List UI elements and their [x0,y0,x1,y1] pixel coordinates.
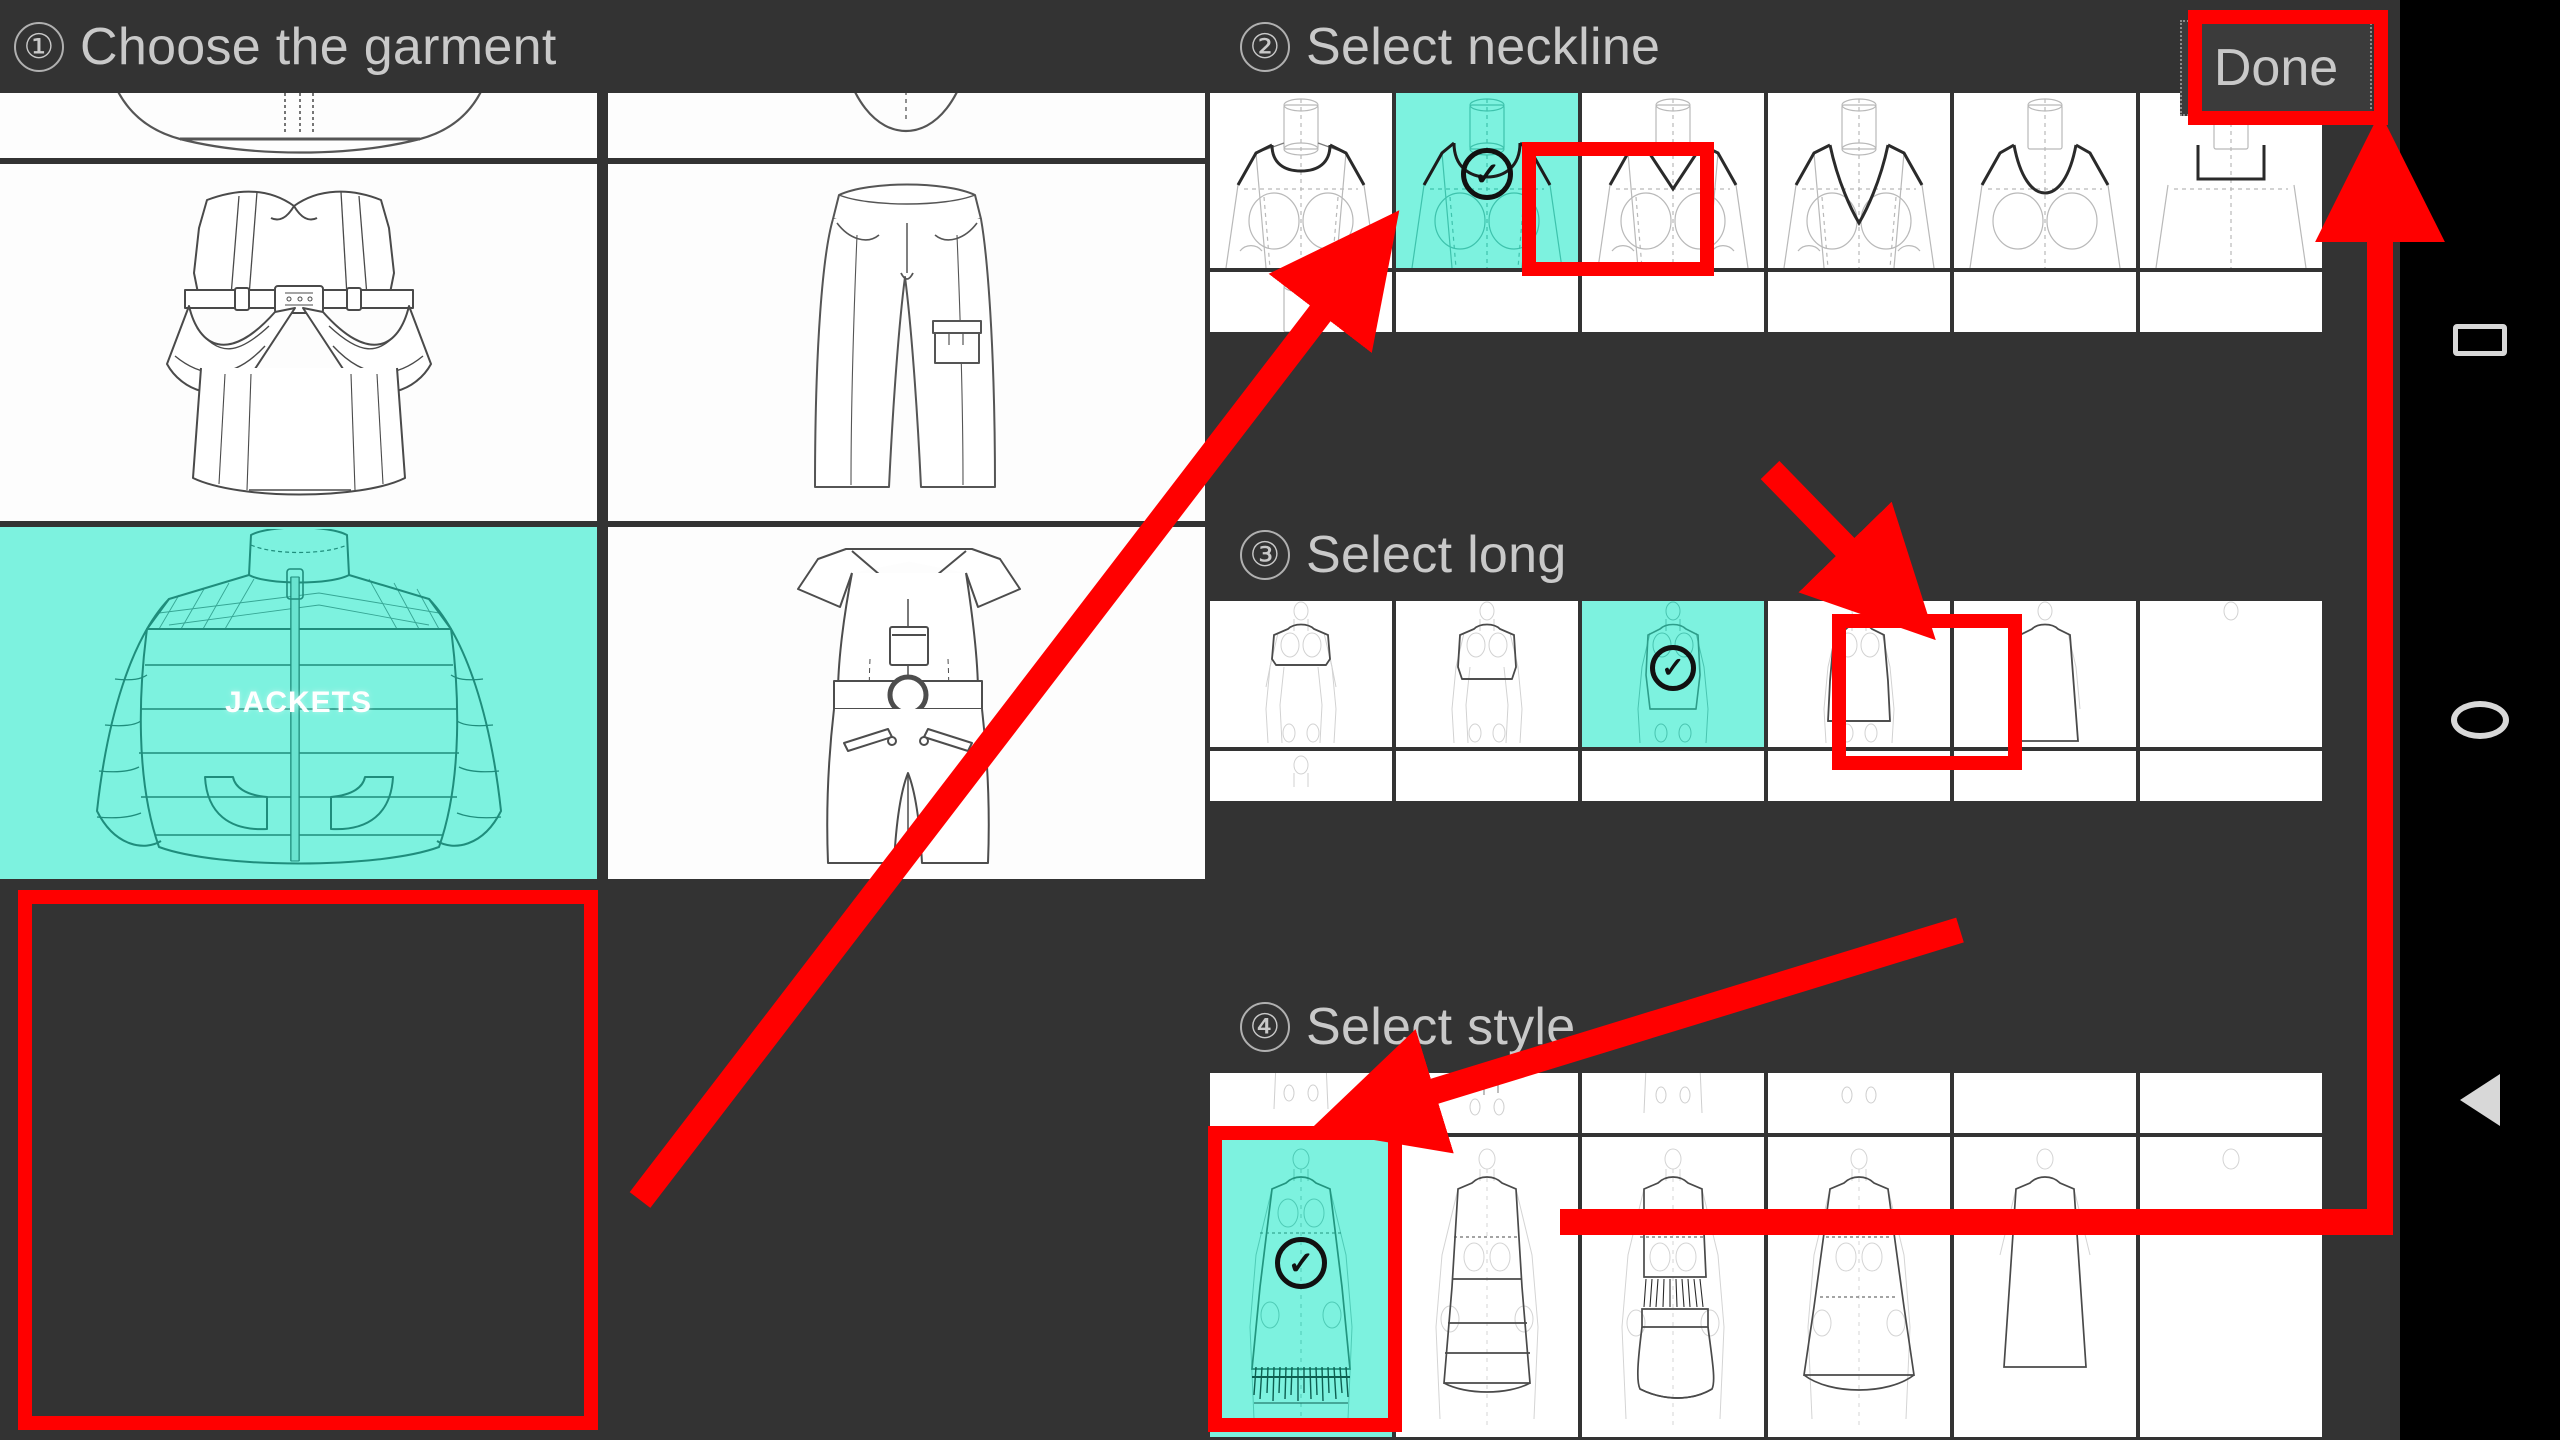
step-1-title: Choose the garment [80,17,557,76]
step-2-title: Select neckline [1306,17,1661,76]
neckline-selected-check: ✓ [1461,147,1513,200]
jackets-highlight-box [18,890,598,1430]
garment-tile-skirt-partial[interactable] [0,93,597,158]
screen-root: ① Choose the garment ② Select neckline D… [0,0,2560,1440]
neckline-tile-5[interactable] [1954,93,2136,268]
garment-tile-playsuit[interactable] [608,527,1205,879]
step-2-number: ② [1240,21,1290,72]
step-4-header: ④ Select style [1210,980,2400,1073]
long-selected-check: ✓ [1650,645,1696,692]
square-icon [2453,324,2507,356]
neckline-next-tile-5[interactable] [1954,272,2136,332]
long-next-tile-6[interactable] [2140,751,2322,801]
recents-button[interactable] [2445,305,2515,375]
garment-row-1 [0,164,1205,521]
garment-tile-bustier-dress[interactable] [0,164,597,521]
style-prev-tile-3[interactable] [1582,1073,1764,1133]
circle-icon [2451,701,2509,739]
style-prev-tile-4[interactable] [1768,1073,1950,1133]
long-row[interactable]: ✓ [1210,601,2400,747]
style-row-prev-partial[interactable] [1210,1073,2400,1133]
neckline-next-tile-1[interactable] [1210,272,1392,332]
step-1-header: ① Choose the garment [0,0,1205,93]
style-tile-a-line-dress[interactable] [1768,1137,1950,1437]
long-row-next-partial[interactable] [1210,751,2400,801]
garment-tile-top-partial[interactable] [608,93,1205,158]
long-next-tile-2[interactable] [1396,751,1578,801]
style-tile-gathered-waist[interactable] [1582,1137,1764,1437]
style-tile-6[interactable] [2140,1137,2322,1437]
garment-tile-jackets[interactable]: JACKETS [0,527,597,879]
long-tile-crop-length[interactable] [1210,601,1392,747]
long-next-tile-3[interactable] [1582,751,1764,801]
step-1-number: ① [14,21,64,72]
neckline-next-tile-4[interactable] [1768,272,1950,332]
step-4-number: ④ [1240,1001,1290,1052]
neckline-tile-round-neck[interactable] [1210,93,1392,268]
style-tile-tiered-dress[interactable] [1396,1137,1578,1437]
neckline-highlight-box [1522,142,1714,276]
style-prev-tile-1[interactable] [1210,1073,1392,1133]
step-3-header: ③ Select long [1210,508,2400,601]
triangle-left-icon [2460,1074,2500,1126]
garment-tile-cargo-pants[interactable] [608,164,1205,521]
neckline-next-tile-6[interactable] [2140,272,2322,332]
garment-row-partial [0,93,1205,158]
long-tile-knee-length[interactable]: ✓ [1582,601,1764,747]
step-3-title: Select long [1306,525,1567,584]
long-highlight-box [1832,614,2022,770]
style-highlight-box [1208,1126,1402,1432]
step-3-number: ③ [1240,529,1290,580]
home-button[interactable] [2445,685,2515,755]
back-button[interactable] [2445,1065,2515,1135]
step-4-title: Select style [1306,997,1576,1056]
long-next-tile-1[interactable] [1210,751,1392,801]
done-highlight-box [2188,10,2388,125]
long-tile-6[interactable] [2140,601,2322,747]
neckline-next-tile-3[interactable] [1582,272,1764,332]
long-tile-hip-length[interactable] [1396,601,1578,747]
style-prev-tile-2[interactable] [1396,1073,1578,1133]
style-tile-5[interactable] [1954,1137,2136,1437]
garment-row-2: JACKETS [0,527,1205,879]
style-prev-tile-6[interactable] [2140,1073,2322,1133]
android-navbar[interactable] [2400,0,2560,1440]
neckline-row-next-partial[interactable] [1210,272,2400,332]
neckline-tile-v-neck-deep[interactable] [1768,93,1950,268]
style-prev-tile-5[interactable] [1954,1073,2136,1133]
neckline-next-tile-2[interactable] [1396,272,1578,332]
